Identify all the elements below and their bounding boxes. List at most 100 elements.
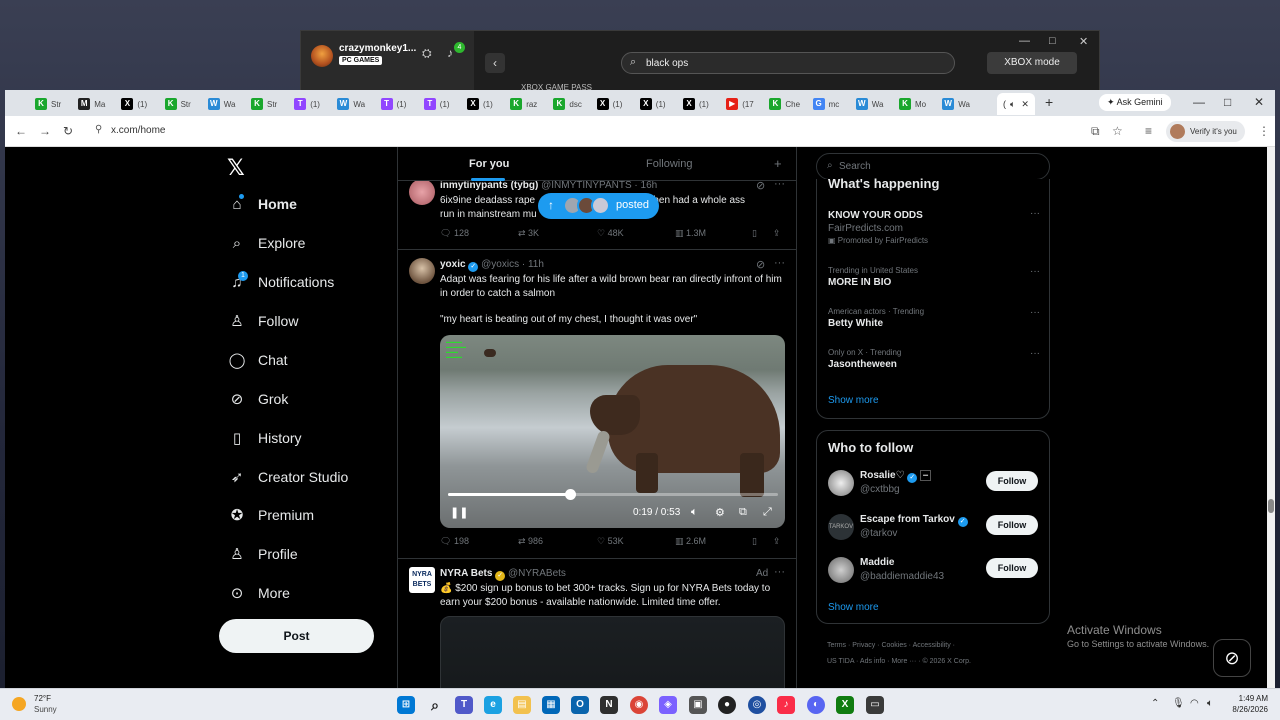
tweet-handle[interactable]: @yoxics · 11h (481, 259, 544, 270)
follow-button[interactable]: Follow (986, 471, 1038, 491)
close-window-icon[interactable]: ✕ (1254, 95, 1264, 109)
app-icon[interactable]: ▣ (689, 696, 707, 714)
xbox-icon[interactable]: X (836, 696, 854, 714)
browser-tab[interactable]: T (1) (423, 94, 450, 114)
browser-tab[interactable]: X (1) (467, 94, 493, 114)
x-logo-icon[interactable]: 𝕏 (227, 155, 245, 181)
nav-item-more[interactable]: ⊙ More (227, 581, 290, 605)
nav-item-creator-studio[interactable]: ➶ Creator Studio (227, 465, 349, 489)
more-icon[interactable]: ··· (1030, 208, 1040, 219)
show-more-link[interactable]: Show more (828, 602, 879, 613)
video-scrub-handle[interactable] (565, 489, 577, 500)
nav-item-chat[interactable]: ◯ Chat (227, 348, 288, 372)
repost-button[interactable]: ⇄ 986 (518, 536, 543, 547)
browser-tab[interactable]: X (1) (639, 94, 666, 114)
steam-icon[interactable]: ◎ (748, 696, 766, 714)
pip-icon[interactable]: ⧉ (739, 506, 747, 519)
browser-tab[interactable]: K Str (35, 94, 61, 114)
avatar[interactable] (828, 557, 854, 583)
browser-tab[interactable]: T (1) (380, 94, 406, 114)
site-info-icon[interactable]: ⚲ (95, 124, 102, 135)
scrollbar-thumb[interactable] (1268, 499, 1274, 513)
tweet-handle[interactable]: @INMYTINYPANTS · 16h (541, 180, 657, 191)
follow-button[interactable]: Follow (986, 558, 1038, 578)
file-explorer-icon[interactable]: ▤ (513, 696, 531, 714)
pause-icon[interactable]: ❚❚ (450, 506, 468, 519)
browser-tab[interactable]: X (1) (121, 94, 147, 114)
browser-tab[interactable]: K Str (251, 94, 277, 114)
volume-icon[interactable]: 🔈︎ (1207, 698, 1213, 709)
more-icon[interactable]: ··· (1030, 348, 1040, 359)
xbox-bell-icon[interactable]: ♪ (447, 46, 453, 60)
teams-icon[interactable]: T (455, 696, 473, 714)
trend-item[interactable]: Trending in United States MORE IN BIO ··… (828, 266, 1040, 288)
reply-button[interactable]: 🗨︎ 128 (440, 228, 469, 239)
tweet-author-name[interactable]: NYRA Bets (440, 568, 492, 579)
close-tab-icon[interactable]: ✕ (1021, 99, 1029, 110)
browser-tab[interactable]: Kdsc (553, 94, 582, 114)
follow-suggestion[interactable]: TARKOV Escape from Tarkov ✓ @tarkov Foll… (828, 512, 1040, 542)
video-progress-bar[interactable] (448, 489, 778, 500)
maximize-icon[interactable]: □ (1224, 95, 1231, 109)
footer-links[interactable]: Terms · Privacy · Cookies · Accessibilit… (827, 642, 955, 649)
trend-item[interactable]: KNOW YOUR ODDS FairPredicts.com ▣ Promot… (828, 208, 1040, 245)
bookmark-icon[interactable]: ▯ (752, 536, 757, 547)
views-button[interactable]: ▥ 2.6M (675, 536, 706, 547)
tweet-avatar[interactable]: NYRA BETS (409, 567, 435, 593)
browser-tab[interactable]: ▶ (17 (726, 94, 754, 114)
xbox-close-icon[interactable]: ✕ (1079, 35, 1088, 48)
volume-icon[interactable]: 🔈︎ (691, 506, 698, 519)
obs-icon[interactable]: ● (718, 696, 736, 714)
browser-tab[interactable]: W Wa (855, 94, 884, 114)
tweet-author-name[interactable]: inmytinypants (tybg) (440, 180, 538, 191)
nav-item-home[interactable]: ⌂ Home (227, 192, 296, 216)
bookmark-star-icon[interactable]: ☆ (1112, 124, 1123, 138)
follow-suggestion[interactable]: Maddie @baddiemaddie43 Follow (828, 555, 1040, 585)
edge-icon[interactable]: e (484, 696, 502, 714)
bookmark-icon[interactable]: ▯ (752, 228, 757, 239)
nvidia-icon[interactable]: N (600, 696, 618, 714)
tweet-author-name[interactable]: yoxic (440, 259, 466, 270)
discord-icon[interactable]: ◐ (807, 696, 825, 714)
tweet-video[interactable]: ▬▬▬▬▬▬▬▬▬▬▬▬▬▬▬▬ ❚❚ 0:19 / 0:53 🔈︎ ⚙ (440, 335, 785, 528)
outlook-icon[interactable]: O (571, 696, 589, 714)
tweet-handle[interactable]: @NYRABets (508, 568, 566, 579)
xbox-search-input[interactable]: ⌕ black ops (621, 52, 955, 74)
more-icon[interactable]: ··· (774, 566, 785, 578)
microphone-icon[interactable]: 🎙︎ (1172, 698, 1185, 709)
browser-tab[interactable]: Gmc (812, 94, 839, 114)
more-icon[interactable]: ··· (1030, 307, 1040, 318)
tweet[interactable]: yoxic ✓ @yoxics · 11h ⊘ ··· Adapt was fe… (398, 250, 796, 559)
settings-gear-icon[interactable]: ⚙ (715, 506, 725, 519)
tweet-avatar[interactable] (409, 258, 435, 284)
follow-suggestion[interactable]: Rosalie♡ ✓ ━ @cxtbbg Follow (828, 468, 1040, 498)
windows-start-icon[interactable]: ⊞ (397, 696, 415, 714)
trend-item[interactable]: Only on X · Trending Jasontheween ··· (828, 348, 1040, 370)
browser-tab[interactable]: W Wa (942, 94, 970, 114)
chevron-up-icon[interactable]: ⌃ (1151, 698, 1159, 709)
tab-active[interactable]: ( 🔈︎ ✕ (997, 93, 1035, 115)
grok-icon[interactable]: ⊘ (756, 258, 765, 271)
xbox-minimize-icon[interactable]: — (1019, 35, 1030, 47)
post-button[interactable]: Post (219, 619, 374, 653)
terminal-icon[interactable]: ▭ (866, 696, 884, 714)
avatar[interactable]: TARKOV (828, 514, 854, 540)
fullscreen-icon[interactable]: ⤢ (763, 506, 772, 519)
add-tab-icon[interactable]: + (774, 156, 782, 171)
reply-button[interactable]: 🗨︎ 198 (440, 536, 469, 547)
wifi-icon[interactable]: ◠ (1190, 698, 1199, 709)
page-scrollbar[interactable] (1267, 147, 1275, 688)
store-icon[interactable]: ▦ (542, 696, 560, 714)
browser-tab[interactable]: K Che (769, 94, 800, 114)
tweet-avatar[interactable] (409, 179, 435, 205)
search-icon[interactable]: ⌕ (426, 696, 444, 714)
address-bar[interactable]: x.com/home (111, 125, 165, 136)
share-icon[interactable]: ⇪ (773, 536, 781, 547)
browser-tab[interactable]: X (1) (683, 94, 709, 114)
xbox-back-button[interactable]: ‹ (485, 53, 505, 73)
clock[interactable]: 1:49 AM 8/26/2026 (1226, 693, 1268, 715)
forward-arrow-icon[interactable]: → (39, 124, 51, 138)
nav-item-explore[interactable]: ⌕ Explore (227, 231, 306, 255)
new-tab-icon[interactable]: + (1045, 94, 1053, 110)
reload-icon[interactable]: ↻ (63, 124, 73, 138)
